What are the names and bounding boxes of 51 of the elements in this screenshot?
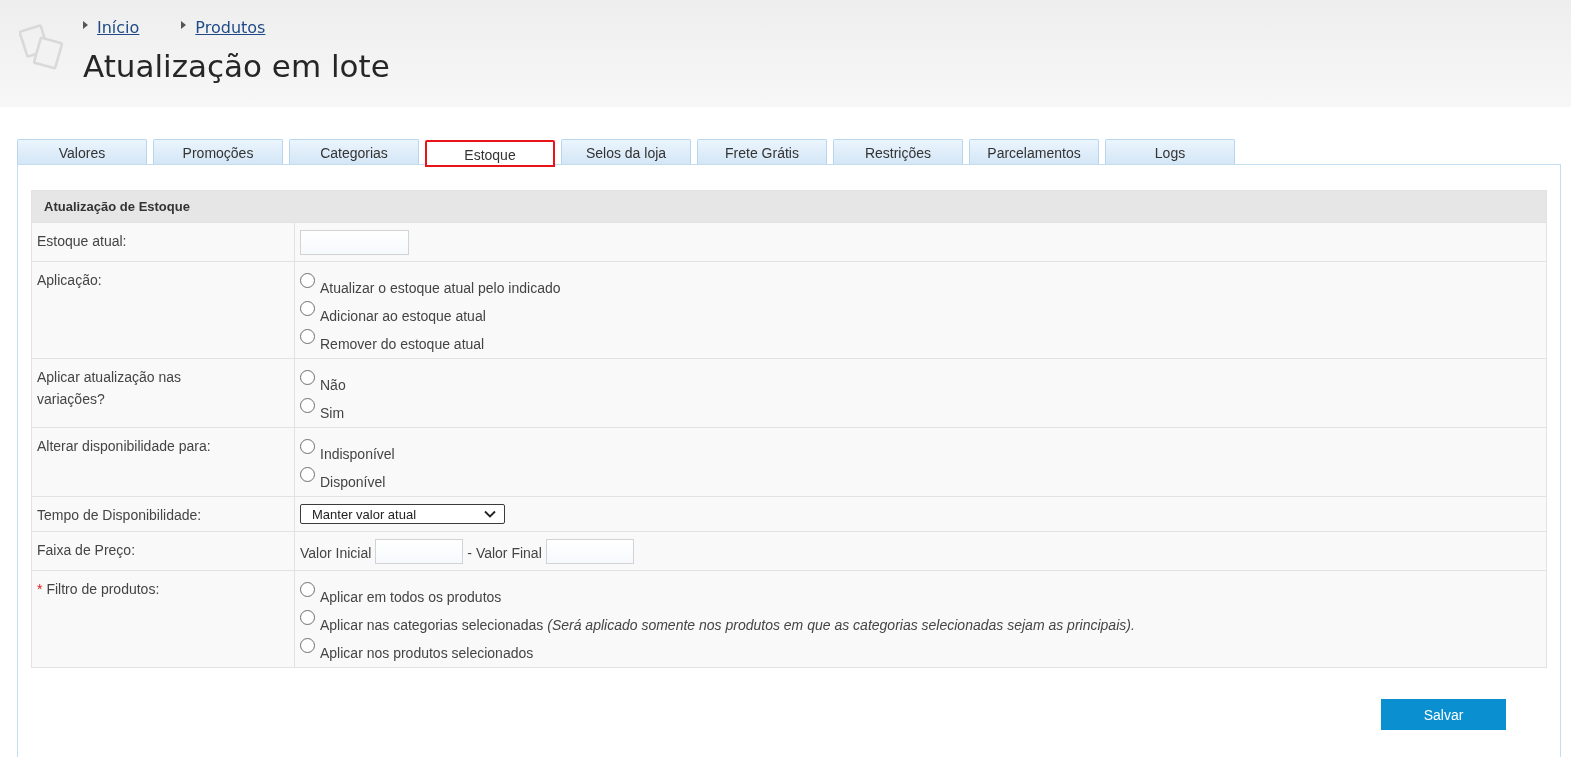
field-label: Alterar disponibilidade para: xyxy=(37,437,211,456)
radio-button[interactable] xyxy=(300,370,315,385)
radio-label: Remover do estoque atual xyxy=(320,335,485,352)
radio-button[interactable] xyxy=(300,329,315,344)
radio-label: Atualizar o estoque atual pelo indicado xyxy=(320,279,561,296)
field-label: Faixa de Preço: xyxy=(37,541,136,560)
radio-button[interactable] xyxy=(300,582,315,597)
radio-label: Aplicar nos produtos selecionados xyxy=(320,644,534,661)
radio-button[interactable] xyxy=(300,398,315,413)
field-label: Estoque atual: xyxy=(37,232,127,251)
tab[interactable]: Restrições xyxy=(833,139,963,164)
tab[interactable]: Estoque xyxy=(425,140,555,167)
radio-button[interactable] xyxy=(300,610,315,625)
radio-label: Sim xyxy=(320,404,345,421)
save-button[interactable]: Salvar xyxy=(1381,699,1506,730)
input-field[interactable] xyxy=(300,230,409,255)
chevron-down-icon xyxy=(484,510,496,518)
input-field[interactable] xyxy=(545,539,634,564)
radio-label: Aplicar nas categorias selecionadas (Será aplicado somente nos produtos em que as categorias selecionadas sejam as principais). xyxy=(320,616,1135,633)
radio-button[interactable] xyxy=(300,638,315,653)
field-label: Tempo de Disponibilidade: xyxy=(37,506,202,525)
dropdown[interactable]: Manter valor atual xyxy=(300,504,505,524)
field-label: Aplicar atualização nas variações? xyxy=(37,368,182,409)
radio-label: Disponível xyxy=(320,473,386,490)
page-title: Atualização em lote xyxy=(83,47,390,86)
radio-label: Indisponível xyxy=(320,445,395,462)
tab[interactable]: Selos da loja xyxy=(561,139,691,164)
radio-label: Aplicar em todos os produtos xyxy=(320,588,502,605)
range-label: - Valor Final xyxy=(467,544,542,561)
breadcrumb-link[interactable]: Produtos xyxy=(195,17,266,39)
required-mark: * xyxy=(37,581,43,597)
caret-right-icon xyxy=(83,21,88,29)
tab[interactable]: Logs xyxy=(1105,139,1235,164)
radio-button[interactable] xyxy=(300,439,315,454)
tab[interactable]: Frete Grátis xyxy=(697,139,827,164)
radio-label: Adicionar ao estoque atual xyxy=(320,307,486,324)
radio-button[interactable] xyxy=(300,273,315,288)
breadcrumb-link[interactable]: Início xyxy=(97,17,140,39)
tab[interactable]: Promoções xyxy=(153,139,283,164)
section-header: Atualização de Estoque xyxy=(32,191,1546,222)
tab[interactable]: Valores xyxy=(17,139,147,164)
input-field[interactable] xyxy=(375,539,464,564)
radio-button[interactable] xyxy=(300,301,315,316)
tab[interactable]: Parcelamentos xyxy=(969,139,1099,164)
caret-right-icon xyxy=(181,21,187,29)
tab[interactable]: Categorias xyxy=(289,139,419,164)
radio-button[interactable] xyxy=(300,467,315,482)
range-label: Valor Inicial xyxy=(300,544,372,561)
field-label: Aplicação: xyxy=(37,271,102,290)
field-label: Filtro de produtos: xyxy=(46,580,160,599)
radio-label: Não xyxy=(320,376,346,393)
